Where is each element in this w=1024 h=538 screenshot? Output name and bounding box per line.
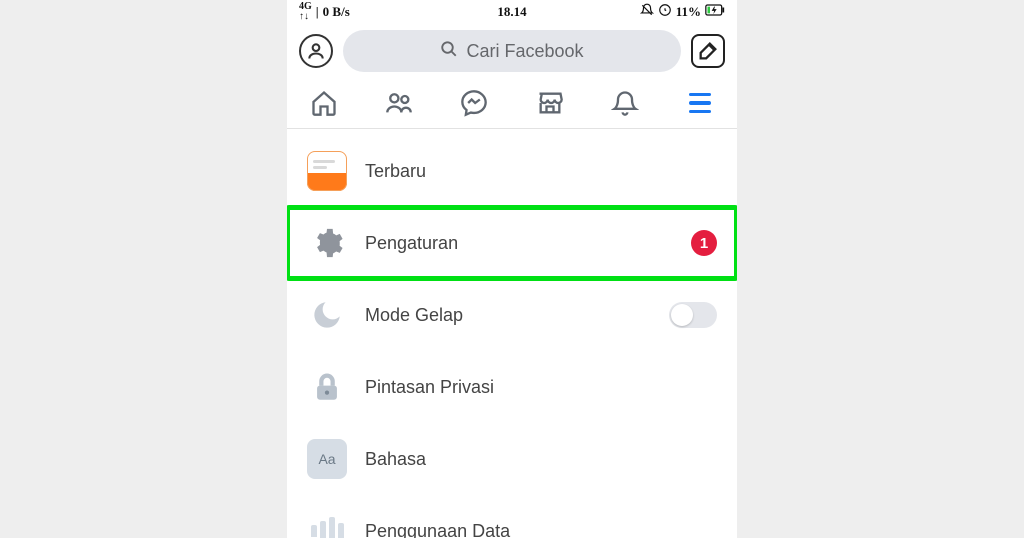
rotation-lock-icon (658, 3, 672, 21)
menu-item-label: Pengaturan (365, 233, 673, 254)
menu-item-label: Pintasan Privasi (365, 377, 717, 398)
search-field[interactable]: Cari Facebook (343, 30, 681, 72)
network-icon: 4G↑↓ (299, 2, 312, 22)
tab-marketplace[interactable] (535, 88, 565, 118)
battery-charging-icon (705, 4, 725, 20)
alarm-off-icon (640, 3, 654, 21)
network-speed: 0 B/s (323, 4, 350, 20)
menu-item-label: Mode Gelap (365, 305, 651, 326)
nav-tabs (287, 82, 737, 129)
menu-item-data-usage[interactable]: Penggunaan Data (287, 495, 737, 538)
dark-mode-toggle[interactable] (669, 302, 717, 328)
tab-menu[interactable] (685, 88, 715, 118)
tab-friends[interactable] (384, 88, 414, 118)
battery-percent: 11% (676, 4, 701, 20)
status-bar: 4G↑↓ | 0 B/s 18.14 11% (287, 0, 737, 24)
menu-item-label: Terbaru (365, 161, 717, 182)
profile-avatar[interactable] (299, 34, 333, 68)
notification-badge: 1 (691, 230, 717, 256)
language-icon: Aa (307, 439, 347, 479)
lock-icon (307, 367, 347, 407)
gear-icon (307, 223, 347, 263)
moon-icon (307, 295, 347, 335)
search-placeholder: Cari Facebook (466, 41, 583, 62)
recent-icon (307, 151, 347, 191)
phone-frame: 4G↑↓ | 0 B/s 18.14 11% Cari Faceb (287, 0, 737, 538)
tab-home[interactable] (309, 88, 339, 118)
tab-messenger[interactable] (459, 88, 489, 118)
hamburger-icon (689, 93, 711, 114)
menu-item-recent[interactable]: Terbaru (287, 135, 737, 207)
tab-notifications[interactable] (610, 88, 640, 118)
menu-item-language[interactable]: Aa Bahasa (287, 423, 737, 495)
menu-list: Terbaru Pengaturan 1 Mode Gelap Pintasan… (287, 129, 737, 538)
app-header: Cari Facebook (287, 24, 737, 82)
compose-button[interactable] (691, 34, 725, 68)
search-icon (440, 40, 458, 63)
menu-item-privacy[interactable]: Pintasan Privasi (287, 351, 737, 423)
menu-item-dark-mode[interactable]: Mode Gelap (287, 279, 737, 351)
bars-icon (307, 511, 347, 538)
menu-item-label: Penggunaan Data (365, 521, 717, 538)
menu-item-settings[interactable]: Pengaturan 1 (287, 207, 737, 279)
menu-item-label: Bahasa (365, 449, 717, 470)
